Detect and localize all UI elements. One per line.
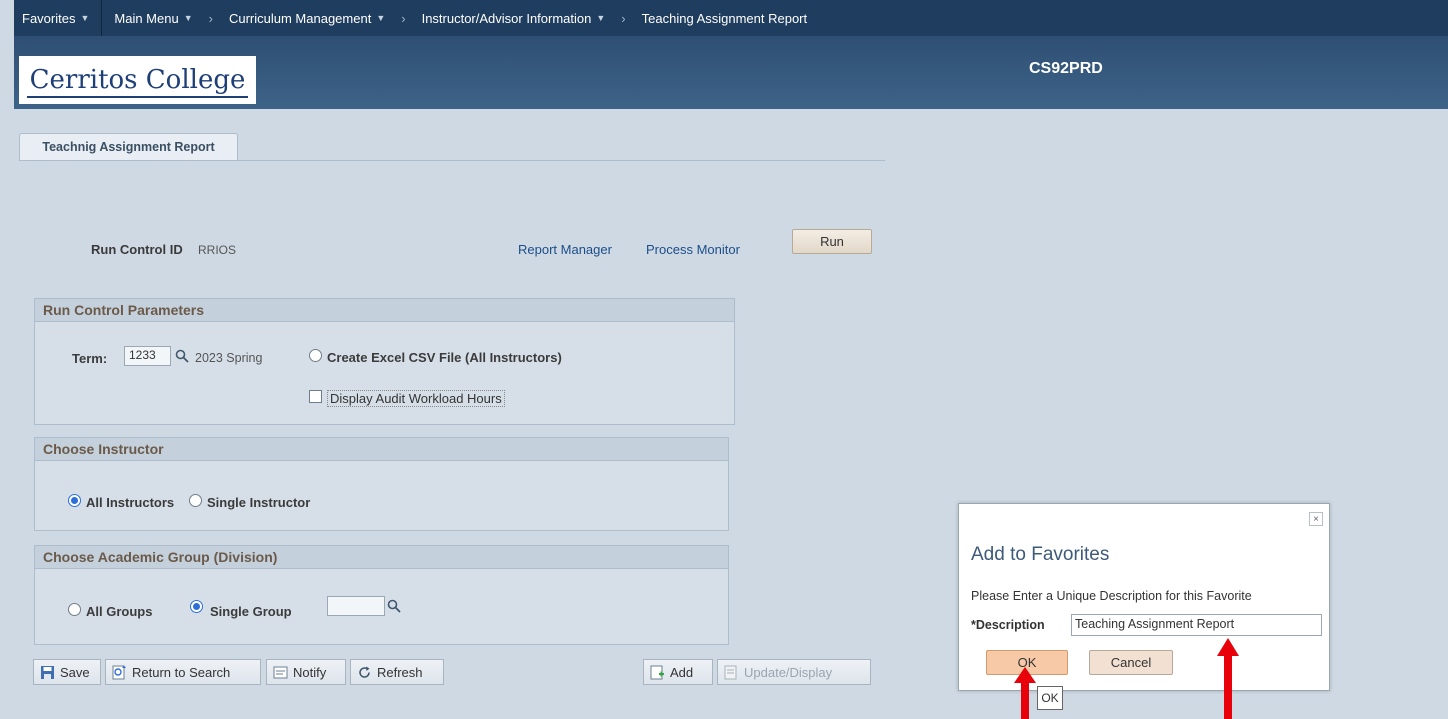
- nav-divider: [101, 0, 103, 36]
- environment-label: CS92PRD: [1029, 60, 1103, 77]
- return-to-search-label: Return to Search: [132, 664, 231, 680]
- breadcrumb-curriculum-management[interactable]: Curriculum Management ▼: [221, 0, 393, 36]
- breadcrumb-instructor-advisor-information[interactable]: Instructor/Advisor Information ▼: [414, 0, 614, 36]
- annotation-arrow-icon: [1014, 667, 1036, 719]
- section-title: Run Control Parameters: [34, 298, 735, 322]
- all-groups-radio[interactable]: [68, 603, 81, 616]
- logo-text: Cerritos College: [29, 65, 246, 95]
- all-instructors-label: All Instructors: [86, 495, 175, 510]
- save-label: Save: [60, 664, 90, 680]
- main-menu[interactable]: Main Menu ▼: [106, 0, 200, 36]
- chevron-down-icon: ▼: [376, 13, 386, 23]
- audit-workload-label: Display Audit Workload Hours: [327, 390, 505, 407]
- add-to-favorites-dialog: × Add to Favorites Please Enter a Unique…: [958, 503, 1330, 691]
- section-title: Choose Academic Group (Division): [34, 545, 729, 569]
- logo-underline: [27, 96, 248, 98]
- top-nav-bar: Favorites ▼ Main Menu ▼ › Curriculum Man…: [14, 0, 1448, 36]
- breadcrumb-label: Instructor/Advisor Information: [421, 10, 592, 26]
- dialog-prompt: Please Enter a Unique Description for th…: [971, 589, 1252, 603]
- single-group-radio[interactable]: [190, 600, 203, 613]
- favorites-menu[interactable]: Favorites ▼: [14, 0, 97, 36]
- tab-divider: [19, 160, 885, 161]
- notify-icon: [273, 666, 288, 678]
- run-control-id-label: Run Control ID: [91, 242, 183, 257]
- return-to-search-button[interactable]: Return to Search: [105, 659, 261, 685]
- search-icon[interactable]: [387, 599, 401, 613]
- chevron-down-icon: ▼: [183, 13, 193, 23]
- save-icon: [41, 665, 54, 679]
- refresh-icon: [359, 666, 370, 678]
- term-input[interactable]: 1233: [124, 346, 171, 366]
- chevron-down-icon: ▼: [596, 13, 606, 23]
- notify-button[interactable]: Notify: [266, 659, 346, 685]
- dialog-title: Add to Favorites: [971, 544, 1110, 565]
- breadcrumb-separator-icon: ›: [621, 10, 626, 26]
- group-input[interactable]: [327, 596, 385, 616]
- all-groups-label: All Groups: [86, 604, 153, 619]
- cancel-button[interactable]: Cancel: [1089, 650, 1173, 675]
- add-label: Add: [670, 664, 694, 680]
- single-group-label: Single Group: [210, 604, 292, 619]
- add-icon: [650, 665, 664, 679]
- csv-option-label: Create Excel CSV File (All Instructors): [327, 350, 562, 365]
- add-button[interactable]: Add: [643, 659, 713, 685]
- report-manager-link[interactable]: Report Manager: [518, 242, 612, 257]
- term-label: Term:: [72, 351, 108, 366]
- close-icon[interactable]: ×: [1309, 512, 1323, 526]
- main-menu-label: Main Menu: [114, 10, 179, 26]
- all-instructors-radio[interactable]: [68, 494, 81, 507]
- cancel-label: Cancel: [1110, 655, 1152, 670]
- choose-academic-group-box: Choose Academic Group (Division): [34, 545, 729, 645]
- update-display-icon: [724, 665, 737, 679]
- run-button-label: Run: [820, 234, 844, 249]
- tab-label: Teachnig Assignment Report: [42, 140, 215, 154]
- process-monitor-link[interactable]: Process Monitor: [646, 242, 740, 257]
- update-display-button[interactable]: Update/Display: [717, 659, 871, 685]
- run-control-id-value: RRIOS: [198, 243, 237, 257]
- page-header: Cerritos College CS92PRD: [14, 36, 1448, 109]
- choose-instructor-box: Choose Instructor: [34, 437, 729, 531]
- single-instructor-label: Single Instructor: [207, 495, 311, 510]
- csv-radio[interactable]: [309, 349, 322, 362]
- annotation-arrow-icon: [1217, 638, 1239, 719]
- single-instructor-radio[interactable]: [189, 494, 202, 507]
- search-icon[interactable]: [175, 349, 189, 363]
- section-title: Choose Instructor: [34, 437, 729, 461]
- breadcrumb-label: Curriculum Management: [228, 10, 372, 26]
- breadcrumb-separator-icon: ›: [401, 10, 406, 26]
- favorites-label: Favorites: [22, 10, 76, 26]
- tab-teaching-assignment-report[interactable]: Teachnig Assignment Report: [19, 133, 238, 160]
- ok-tooltip: OK: [1037, 686, 1063, 710]
- chevron-down-icon: ▼: [80, 13, 90, 23]
- run-button[interactable]: Run: [792, 229, 872, 254]
- save-button[interactable]: Save: [33, 659, 101, 685]
- breadcrumb-separator-icon: ›: [208, 10, 213, 26]
- description-input[interactable]: Teaching Assignment Report: [1071, 614, 1322, 636]
- college-logo: Cerritos College: [19, 56, 256, 104]
- breadcrumb-teaching-assignment-report[interactable]: Teaching Assignment Report: [634, 0, 815, 36]
- audit-workload-checkbox[interactable]: [309, 390, 322, 403]
- description-label: *Description: [971, 618, 1045, 632]
- return-to-search-icon: [112, 665, 126, 679]
- breadcrumb-label: Teaching Assignment Report: [641, 10, 808, 26]
- term-description: 2023 Spring: [195, 351, 263, 365]
- refresh-label: Refresh: [377, 664, 423, 680]
- refresh-button[interactable]: Refresh: [350, 659, 444, 685]
- update-display-label: Update/Display: [744, 664, 833, 680]
- notify-label: Notify: [293, 664, 327, 680]
